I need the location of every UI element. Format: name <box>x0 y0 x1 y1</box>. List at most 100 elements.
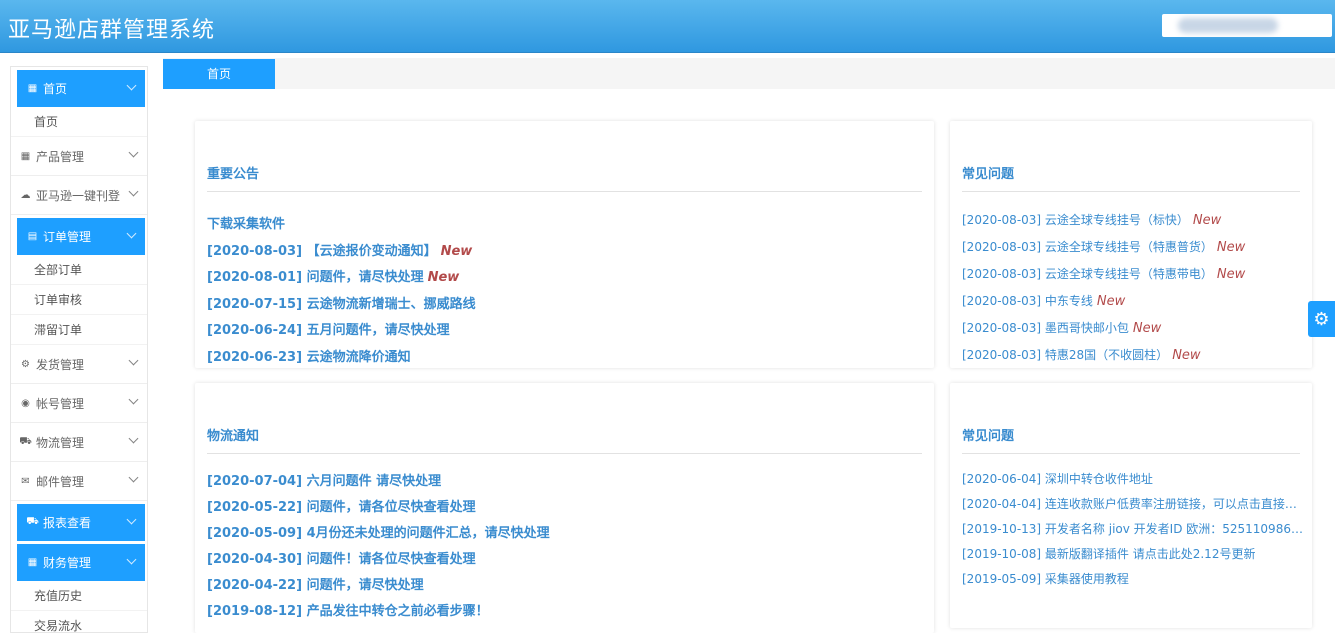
chevron-down-icon <box>128 186 139 197</box>
news-item[interactable]: [2019-08-12] 产品发往中转仓之前必看步骤！ <box>207 599 926 625</box>
tab-home[interactable]: 首页 <box>163 59 275 89</box>
news-item[interactable]: [2020-05-09] 4月份还未处理的问题件汇总，请尽快处理 <box>207 521 926 547</box>
sidebar-section: ⛟ 物流管理 <box>11 423 147 462</box>
news-item-text: [2020-08-03] 墨西哥快邮小包 <box>962 321 1129 335</box>
news-item[interactable]: [2020-08-03] 中东专线 New <box>962 288 1304 315</box>
news-item[interactable]: [2020-08-03] 云途全球专线挂号（特惠带电） New <box>962 261 1304 288</box>
news-item[interactable]: [2020-07-04] 六月问题件 请尽快处理 <box>207 469 926 495</box>
chevron-down-icon <box>128 433 139 444</box>
news-item-text: [2020-08-03] 中东专线 <box>962 294 1093 308</box>
notices-list: 下载采集软件 [2020-08-03] 【云途报价变动通知】 New [2020-08… <box>207 212 926 371</box>
chevron-down-icon <box>128 355 139 366</box>
sidebar-item-3[interactable]: ▤ 订单管理 <box>17 218 145 255</box>
sidebar-section: ▦ 产品管理 <box>11 137 147 176</box>
sidebar-section: ▤ 订单管理全部订单 订单审核 滞留订单 <box>11 218 147 345</box>
news-item[interactable]: 下载采集软件 <box>207 212 926 239</box>
faq-list-1: [2020-08-03] 云途全球专线挂号（标快） New [2020-08-03]… <box>962 207 1304 369</box>
sidebar: ▦ 首页 首页 ▦ 产品管理 ☁ 亚马逊一键刊登 ▤ 订单管理全部订单 订单审核 滞留订单 ⚙ 发货管理… <box>10 66 148 633</box>
logistics-list: [2020-07-04] 六月问题件 请尽快处理 [2020-05-22] 问题件… <box>207 469 926 625</box>
sidebar-item-label: 财务管理 <box>43 556 92 570</box>
sidebar-item-0[interactable]: ▦ 首页 <box>17 70 145 107</box>
news-item[interactable]: [2020-05-22] 问题件，请各位尽快查看处理 <box>207 495 926 521</box>
sidebar-subitem[interactable]: 全部订单 <box>11 255 147 285</box>
news-item[interactable]: [2020-06-04] 深圳中转仓收件地址 <box>962 467 1304 492</box>
news-item[interactable]: [2020-08-03] 【云途报价变动通知】 New <box>207 239 926 266</box>
home-icon: ▦ <box>27 83 38 94</box>
news-item-text: [2020-06-04] 深圳中转仓收件地址 <box>962 472 1153 486</box>
sidebar-item-1[interactable]: ▦ 产品管理 <box>11 137 147 176</box>
new-badge: New <box>1172 348 1201 363</box>
logistics-card: 物流通知 [2020-07-04] 六月问题件 请尽快处理 [2020-05-22… <box>195 383 934 633</box>
sidebar-item-9[interactable]: ▦ 财务管理 <box>17 544 145 581</box>
sidebar-item-4[interactable]: ⚙ 发货管理 <box>11 345 147 384</box>
notices-card: 重要公告 下载采集软件 [2020-08-03] 【云途报价变动通知】 New [20… <box>195 121 934 368</box>
new-badge: New <box>427 270 460 285</box>
news-item-text: [2020-06-23] 云途物流降价通知 <box>207 349 411 365</box>
sidebar-item-label: 邮件管理 <box>36 474 85 489</box>
notices-title: 重要公告 <box>207 167 260 182</box>
sidebar-section: ▦ 财务管理 充值历史 交易流水 <box>11 544 147 632</box>
sidebar-subitem[interactable]: 交易流水 <box>11 611 147 632</box>
sidebar-subitem[interactable]: 滞留订单 <box>11 315 147 345</box>
news-item[interactable]: [2020-07-15] 云途物流新增瑞士、挪威路线 <box>207 292 926 319</box>
sidebar-item-7[interactable]: ✉ 邮件管理 <box>11 462 147 501</box>
news-item-text: [2020-08-03] 云途全球专线挂号（特惠带电） <box>962 267 1213 281</box>
news-item-text: [2020-04-22] 问题件，请尽快处理 <box>207 578 424 593</box>
news-item[interactable]: [2019-05-09] 采集器使用教程 <box>962 567 1304 592</box>
sidebar-section: ☁ 亚马逊一键刊登 <box>11 176 147 215</box>
news-item-text: [2020-08-03] 云途全球专线挂号（特惠普货） <box>962 240 1213 254</box>
news-item[interactable]: [2020-06-23] 云途物流降价通知 <box>207 345 926 372</box>
sidebar-item-6[interactable]: ⛟ 物流管理 <box>11 423 147 462</box>
chevron-down-icon <box>128 472 139 483</box>
top-header: 亚马逊店群管理系统 <box>0 0 1335 53</box>
new-badge: New <box>440 243 473 259</box>
faq-card-2: 常见问题 [2020-06-04] 深圳中转仓收件地址 [2020-04-04] … <box>950 383 1312 628</box>
sidebar-subitem[interactable]: 首页 <box>11 107 147 137</box>
app-title: 亚马逊店群管理系统 <box>8 18 216 43</box>
sidebar-subitem[interactable]: 订单审核 <box>11 285 147 315</box>
news-item[interactable]: [2020-08-03] 墨西哥快邮小包 New <box>962 315 1304 342</box>
news-item-text: [2020-05-22] 问题件，请各位尽快查看处理 <box>207 500 476 515</box>
news-item-text: [2020-06-24] 五月问题件，请尽快处理 <box>207 323 450 338</box>
new-badge: New <box>1216 240 1246 255</box>
sidebar-section: ⚙ 发货管理 <box>11 345 147 384</box>
news-item[interactable]: [2020-06-24] 五月问题件，请尽快处理 <box>207 318 926 345</box>
news-item-text: [2020-04-30] 问题件！请各位尽快查看处理 <box>207 552 476 567</box>
news-item[interactable]: [2020-04-04] 连连收款账户低费率注册链接，可以点击直接注册 <box>962 492 1304 517</box>
news-item[interactable]: [2019-10-08] 最新版翻译插件 请点击此处2.12号更新 <box>962 542 1304 567</box>
order-icon: ▤ <box>27 231 38 242</box>
sidebar-item-8[interactable]: ⛟ 报表查看 <box>17 504 145 541</box>
sidebar-item-label: 订单管理 <box>43 230 92 244</box>
news-item[interactable]: [2020-08-03] 云途全球专线挂号（特惠普货） New <box>962 234 1304 261</box>
news-item-text: [2019-10-08] 最新版翻译插件 请点击此处2.12号更新 <box>962 547 1256 561</box>
faq-card-1: 常见问题 [2020-08-03] 云途全球专线挂号（标快） New [2020-0… <box>950 121 1312 368</box>
sidebar-item-5[interactable]: ◉ 帐号管理 <box>11 384 147 423</box>
sidebar-section: ✉ 邮件管理 <box>11 462 147 501</box>
settings-button[interactable]: ⚙ <box>1308 301 1335 337</box>
logistics-title: 物流通知 <box>207 429 260 444</box>
news-item-text: [2019-10-13] 开发者名称 jiov 开发者ID 欧洲：5251109… <box>962 522 1304 536</box>
faq-title-2: 常见问题 <box>962 429 1015 444</box>
news-item-text: 下载采集软件 <box>207 217 286 232</box>
gear-icon: ⚙ <box>1313 308 1330 330</box>
new-badge: New <box>1096 294 1126 309</box>
news-item[interactable]: [2020-08-03] 特惠28国（不收圆柱） New <box>962 342 1304 369</box>
cloud-icon: ☁ <box>20 189 31 201</box>
new-badge: New <box>1192 213 1222 228</box>
news-item-text: [2020-08-03] 云途全球专线挂号（标快） <box>962 213 1189 227</box>
news-item[interactable]: [2020-08-03] 云途全球专线挂号（标快） New <box>962 207 1304 234</box>
news-item[interactable]: [2020-04-30] 问题件！请各位尽快查看处理 <box>207 547 926 573</box>
news-item-text: [2019-05-09] 采集器使用教程 <box>962 572 1129 586</box>
user-icon: ◉ <box>21 397 30 409</box>
sidebar-subitem[interactable]: 充值历史 <box>11 581 147 611</box>
chevron-down-icon <box>128 394 139 405</box>
news-item[interactable]: [2020-04-22] 问题件，请尽快处理 <box>207 573 926 599</box>
news-item-text: [2020-08-03] 【云途报价变动通知】 <box>207 243 437 259</box>
news-item[interactable]: [2020-08-01] 问题件，请尽快处理 New <box>207 265 926 292</box>
divider <box>962 453 1300 454</box>
sidebar-item-2[interactable]: ☁ 亚马逊一键刊登 <box>11 176 147 215</box>
news-item[interactable]: [2019-10-13] 开发者名称 jiov 开发者ID 欧洲：5251109… <box>962 517 1304 542</box>
user-menu[interactable] <box>1162 14 1332 37</box>
chevron-down-icon <box>126 228 137 239</box>
grid-icon: ▦ <box>20 150 31 162</box>
